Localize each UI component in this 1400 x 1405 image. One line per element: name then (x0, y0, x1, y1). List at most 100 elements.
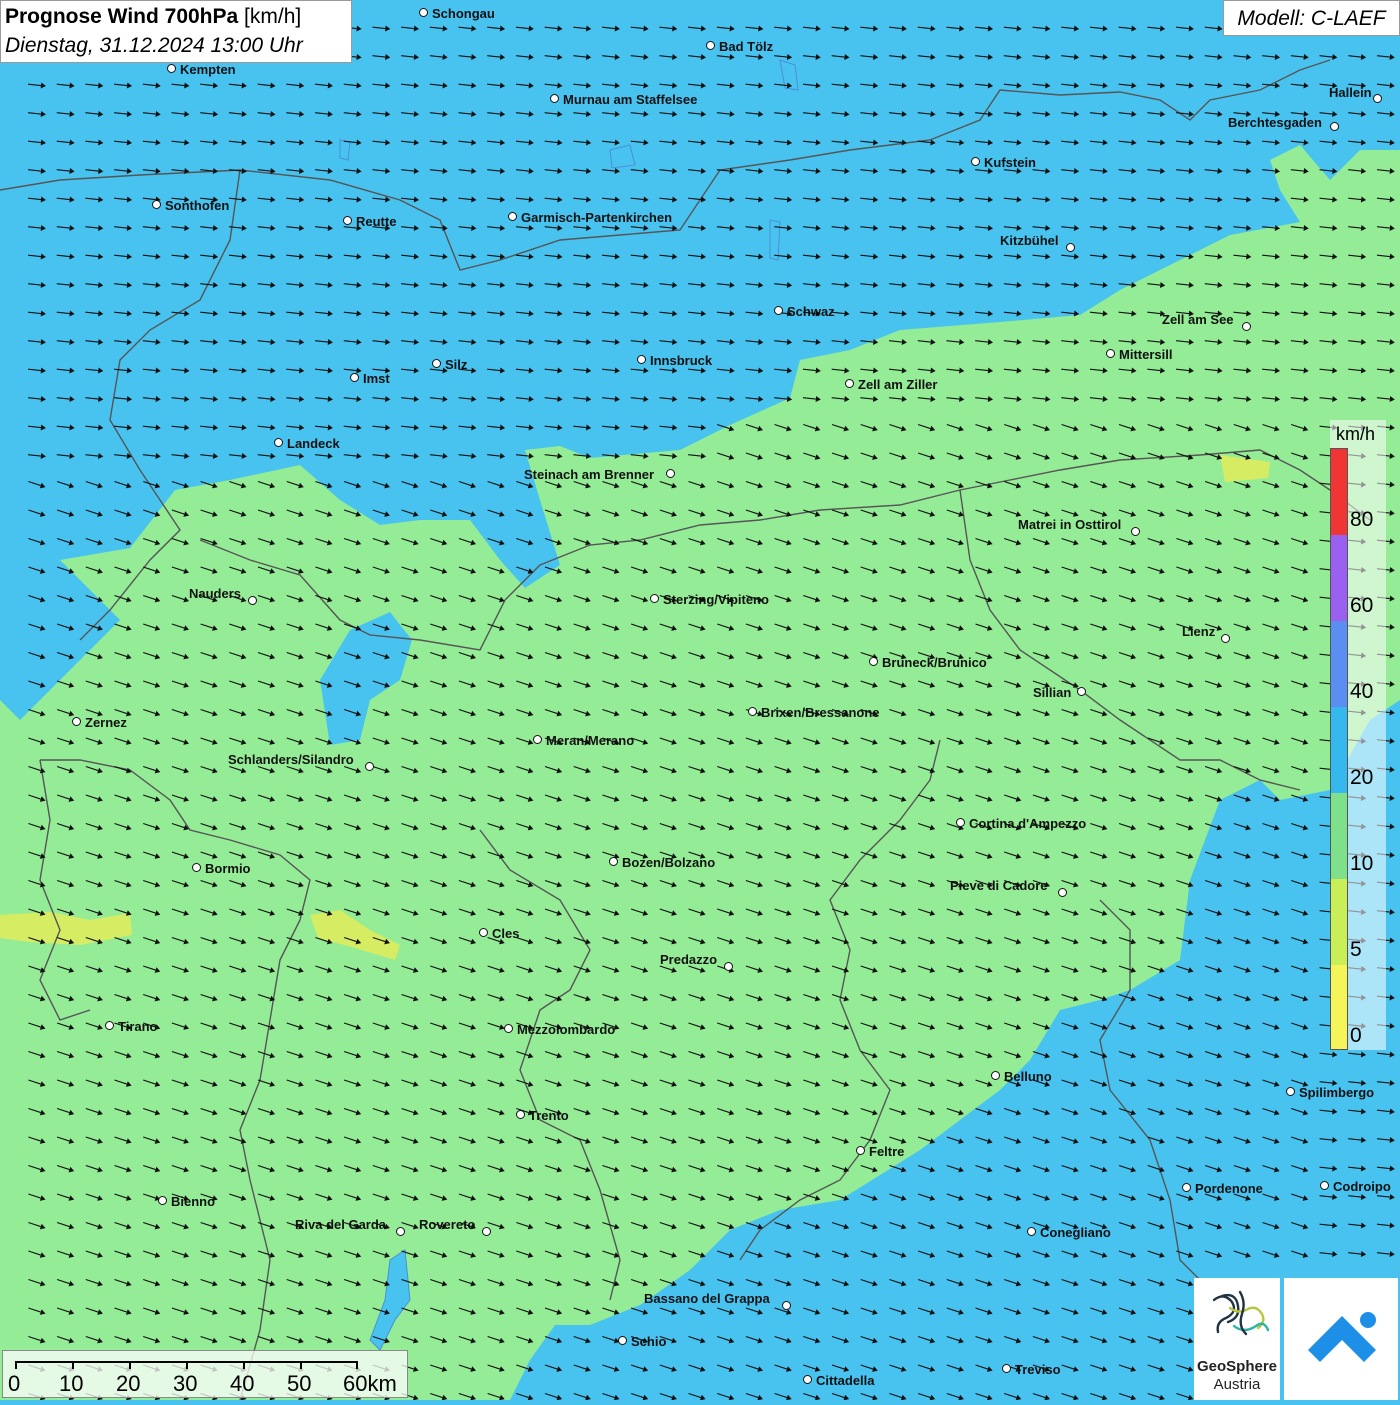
city-label-bozen-bolzano: Bozen/Bolzano (622, 855, 716, 870)
city-label-landeck: Landeck (287, 436, 340, 451)
city-label-schlanders-silandro: Schlanders/Silandro (228, 752, 354, 767)
city-marker-mezzolombardo (504, 1024, 513, 1033)
city-label-kitzb-hel: Kitzbühel (1000, 233, 1059, 248)
geosphere-country: Austria (1213, 1376, 1261, 1393)
city-label-conegliano: Conegliano (1040, 1225, 1111, 1240)
map-title-main: Prognose Wind 700hPa (5, 5, 239, 28)
app-arrow-icon (1308, 1312, 1376, 1362)
city-label-bienno: Bienno (171, 1194, 216, 1209)
legend-label-40: 40 (1350, 680, 1374, 703)
city-marker-cortina-d-ampezzo (956, 818, 965, 827)
city-marker-spilimbergo (1286, 1087, 1295, 1096)
city-marker-bruneck-brunico (869, 657, 878, 666)
city-label-mezzolombardo: Mezzolombardo (517, 1022, 616, 1037)
city-label-belluno: Belluno (1004, 1069, 1052, 1084)
city-label-mittersill: Mittersill (1119, 347, 1173, 362)
legend-segment-10 (1331, 793, 1347, 879)
geosphere-logo[interactable]: GeoSphere Austria (1194, 1278, 1280, 1400)
city-label-bruneck-brunico: Bruneck/Brunico (882, 655, 987, 670)
city-label-zernez: Zernez (85, 715, 127, 730)
city-marker-bozen-bolzano (609, 857, 618, 866)
city-marker-zell-am-ziller (845, 379, 854, 388)
city-label-garmisch-partenkirchen: Garmisch-Partenkirchen (521, 210, 673, 225)
city-label-rovereto: Rovereto (419, 1217, 476, 1232)
city-label-schwaz: Schwaz (787, 304, 835, 319)
city-marker-silz (432, 359, 441, 368)
city-marker-rovereto (482, 1227, 491, 1236)
scale-label-0: 0 (8, 1371, 21, 1396)
city-label-predazzo: Predazzo (660, 952, 718, 967)
city-marker-conegliano (1027, 1227, 1036, 1236)
city-marker-hallein (1373, 94, 1382, 103)
city-label-bad-t-lz: Bad Tölz (719, 39, 774, 54)
city-marker-innsbruck (637, 355, 646, 364)
city-marker-schongau (419, 8, 428, 17)
city-marker-meran-merano (533, 735, 542, 744)
city-marker-codroipo (1320, 1181, 1329, 1190)
city-marker-bormio (192, 863, 201, 872)
scale-tick-10 (72, 1361, 74, 1369)
forecast-datetime: Dienstag, 31.12.2024 13:00 Uhr (5, 34, 303, 57)
city-marker-garmisch-partenkirchen (508, 212, 517, 221)
city-label-codroipo: Codroipo (1333, 1179, 1391, 1194)
city-label-sillian: Sillian (1033, 685, 1072, 700)
legend-segment-40 (1331, 621, 1347, 707)
legend-label-0: 0 (1350, 1024, 1362, 1047)
scale-label-20: 20 (116, 1371, 141, 1396)
scale-tick-20 (129, 1361, 131, 1369)
city-marker-zell-am-see (1242, 322, 1251, 331)
city-label-pieve-di-cadore: Pieve di Cadore (950, 878, 1048, 893)
model-label: Modell: C-LAEF (1223, 0, 1400, 36)
city-marker-landeck (274, 438, 283, 447)
city-marker-steinach-am-brenner (666, 469, 675, 478)
city-marker-belluno (991, 1071, 1000, 1080)
legend-segment-60 (1331, 535, 1347, 621)
city-marker-nauders (248, 596, 257, 605)
city-label-treviso: Treviso (1015, 1362, 1061, 1377)
city-marker-cittadella (803, 1375, 812, 1384)
city-marker-tirano (105, 1021, 114, 1030)
scale-tick-50 (300, 1361, 302, 1369)
city-marker-schlanders-silandro (365, 762, 374, 771)
legend-segment-80 (1331, 449, 1347, 535)
city-label-cles: Cles (492, 926, 520, 941)
city-marker-sillian (1077, 687, 1086, 696)
scale-label-10: 10 (59, 1371, 84, 1396)
city-marker-treviso (1002, 1364, 1011, 1373)
city-label-kufstein: Kufstein (984, 155, 1036, 170)
city-marker-schwaz (774, 306, 783, 315)
scale-label-60km: 60km (343, 1371, 397, 1396)
city-marker-kitzb-hel (1066, 243, 1075, 252)
city-marker-imst (350, 373, 359, 382)
legend-color-bar (1330, 448, 1348, 1050)
city-label-sterzing-vipiteno: Sterzing/Vipiteno (663, 592, 769, 607)
city-label-tirano: Tirano (118, 1019, 158, 1034)
city-label-schongau: Schongau (432, 6, 495, 21)
city-marker-bienno (158, 1196, 167, 1205)
legend-segment-20 (1331, 707, 1347, 793)
legend-segment-0 (1331, 965, 1347, 1049)
city-marker-berchtesgaden (1330, 122, 1339, 131)
app-logo[interactable] (1284, 1278, 1398, 1400)
city-label-innsbruck: Innsbruck (650, 353, 713, 368)
scale-label-40: 40 (230, 1371, 255, 1396)
city-label-pordenone: Pordenone (1195, 1181, 1263, 1196)
legend-label-60: 60 (1350, 594, 1374, 617)
city-label-lienz: Lienz (1182, 624, 1216, 639)
city-label-nauders: Nauders (189, 586, 242, 601)
geosphere-emblem-icon (1212, 1290, 1270, 1336)
city-label-matrei-in-osttirol: Matrei in Osttirol (1018, 517, 1122, 532)
city-label-cortina-d-ampezzo: Cortina d'Ampezzo (969, 816, 1087, 831)
city-label-feltre: Feltre (869, 1144, 905, 1159)
city-label-zell-am-ziller: Zell am Ziller (858, 377, 938, 392)
city-label-brixen-bressanone: Brixen/Bressanone (761, 705, 880, 720)
city-marker-cles (479, 928, 488, 937)
city-marker-sonthofen (152, 200, 161, 209)
legend-label-10: 10 (1350, 852, 1374, 875)
city-label-zell-am-see: Zell am See (1162, 312, 1234, 327)
city-label-steinach-am-brenner: Steinach am Brenner (524, 467, 655, 482)
city-marker-feltre (856, 1146, 865, 1155)
map-title-unit: [km/h] (244, 5, 302, 28)
city-marker-riva-del-garda (396, 1227, 405, 1236)
city-label-bormio: Bormio (205, 861, 251, 876)
